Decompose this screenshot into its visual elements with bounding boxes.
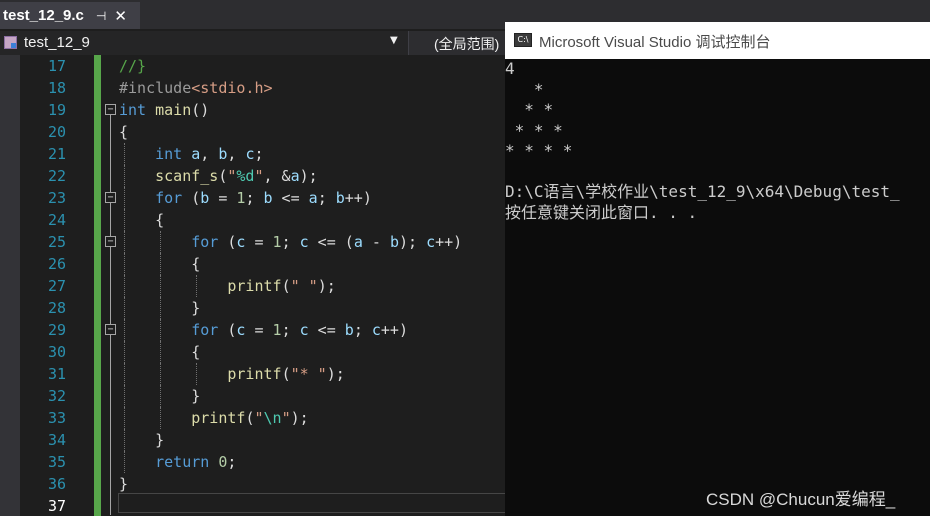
code-line[interactable]: 29 − for (c = 1; c <= b; c++) xyxy=(0,319,510,341)
line-number: 18 xyxy=(47,79,66,97)
code-line[interactable]: 26 { xyxy=(0,253,510,275)
line-number: 24 xyxy=(47,211,66,229)
code-text[interactable]: #include<stdio.h> xyxy=(119,77,273,99)
code-line[interactable]: 24 { xyxy=(0,209,510,231)
navigation-bar: test_12_9 ▼ (全局范围) xyxy=(0,31,510,55)
collapse-icon[interactable]: − xyxy=(105,192,116,203)
code-line[interactable]: 25 − for (c = 1; c <= (a - b); c++) xyxy=(0,231,510,253)
line-number: 36 xyxy=(47,475,66,493)
code-editor[interactable]: 17//} 18 #include<stdio.h> 19− int main() 20{… xyxy=(0,55,510,516)
code-text[interactable]: } xyxy=(119,429,164,451)
code-line[interactable]: 18 #include<stdio.h> xyxy=(0,77,510,99)
line-number: 28 xyxy=(47,299,66,317)
code-text[interactable]: } xyxy=(119,297,200,319)
console-app-icon: C:\ xyxy=(514,33,532,47)
code-line[interactable]: 20 { xyxy=(0,121,510,143)
code-text[interactable]: return 0; xyxy=(119,451,236,473)
debug-console-window[interactable]: C:\ Microsoft Visual Studio 调试控制台 4 * * … xyxy=(505,22,930,516)
code-line[interactable]: 17 //} xyxy=(0,55,510,77)
line-number: 20 xyxy=(47,123,66,141)
line-number: 32 xyxy=(47,387,66,405)
code-line[interactable]: 27 printf(" "); xyxy=(0,275,510,297)
console-line: D:\C语言\学校作业\test_12_9\x64\Debug\test_ xyxy=(505,182,900,201)
code-text[interactable]: printf("\n"); xyxy=(119,407,308,429)
project-dropdown[interactable]: test_12_9 ▼ xyxy=(0,31,409,55)
code-line[interactable]: 19 − int main() xyxy=(0,99,510,121)
scope-label: (全局范围) xyxy=(434,36,500,52)
line-number: 21 xyxy=(47,145,66,163)
code-text[interactable]: { xyxy=(119,341,200,363)
line-number: 34 xyxy=(47,431,66,449)
code-line[interactable]: 22 scanf_s("%d", &a); xyxy=(0,165,510,187)
line-number: 35 xyxy=(47,453,66,471)
code-line[interactable]: 32 } xyxy=(0,385,510,407)
collapse-icon[interactable]: − xyxy=(105,324,116,335)
collapse-icon[interactable]: − xyxy=(105,104,116,115)
line-number: 31 xyxy=(47,365,66,383)
collapse-icon[interactable]: − xyxy=(105,236,116,247)
code-text[interactable]: scanf_s("%d", &a); xyxy=(119,165,318,187)
pin-icon[interactable]: ⊣ xyxy=(96,9,106,23)
code-text[interactable]: for (c = 1; c <= (a - b); c++) xyxy=(119,231,462,253)
code-text[interactable]: { xyxy=(119,253,200,275)
console-title-bar[interactable]: C:\ Microsoft Visual Studio 调试控制台 xyxy=(505,22,930,59)
code-text[interactable]: //} xyxy=(119,55,146,77)
line-number: 26 xyxy=(47,255,66,273)
code-line[interactable]: 35 return 0; xyxy=(0,451,510,473)
code-text[interactable]: { xyxy=(119,121,128,143)
console-line: 按任意键关闭此窗口. . . xyxy=(505,202,698,222)
project-name: test_12_9 xyxy=(24,34,90,51)
close-icon[interactable]: ✕ xyxy=(114,7,127,25)
code-text[interactable]: } xyxy=(119,385,200,407)
code-line[interactable]: 30 { xyxy=(0,341,510,363)
line-number: 17 xyxy=(47,57,66,75)
code-line[interactable]: 21 int a, b, c; xyxy=(0,143,510,165)
line-number: 19 xyxy=(47,101,66,119)
code-line[interactable]: 33 printf("\n"); xyxy=(0,407,510,429)
code-line[interactable]: 34 } xyxy=(0,429,510,451)
code-text[interactable]: printf("* "); xyxy=(119,363,344,385)
line-number: 25 xyxy=(47,233,66,251)
code-line[interactable]: 36} xyxy=(0,473,510,495)
code-text[interactable]: } xyxy=(119,473,128,495)
line-number: 30 xyxy=(47,343,66,361)
code-text[interactable]: for (c = 1; c <= b; c++) xyxy=(119,319,408,341)
console-line: * xyxy=(505,79,544,99)
console-line: * * * xyxy=(505,120,563,140)
line-number: 23 xyxy=(47,189,66,207)
watermark-text: CSDN @Chucun爱编程_ xyxy=(706,490,896,509)
project-icon xyxy=(4,36,17,49)
scope-dropdown[interactable]: (全局范围) xyxy=(410,31,510,55)
code-line[interactable]: 23 − for (b = 1; b <= a; b++) xyxy=(0,187,510,209)
line-number: 33 xyxy=(47,409,66,427)
code-text[interactable]: int main() xyxy=(119,99,209,121)
tab-title[interactable]: test_12_9.c xyxy=(3,7,84,24)
console-output: 4 * * * * * * * * * * D:\C语言\学校作业\test_12_… xyxy=(505,59,930,223)
code-text[interactable]: printf(" "); xyxy=(119,275,335,297)
code-line[interactable]: 31 printf("* "); xyxy=(0,363,510,385)
line-number: 27 xyxy=(47,277,66,295)
chevron-down-icon[interactable]: ▼ xyxy=(390,35,398,46)
console-line: * * * * xyxy=(505,141,573,160)
console-line: 4 xyxy=(505,59,515,78)
line-number: 22 xyxy=(47,167,66,185)
console-line: * * xyxy=(505,100,554,119)
code-text[interactable]: for (b = 1; b <= a; b++) xyxy=(119,187,372,209)
line-number: 37 xyxy=(47,497,66,515)
code-text[interactable]: int a, b, c; xyxy=(119,143,263,165)
console-title: Microsoft Visual Studio 调试控制台 xyxy=(539,34,771,51)
code-text[interactable]: { xyxy=(119,209,164,231)
code-line[interactable]: 28 } xyxy=(0,297,510,319)
current-line-highlight xyxy=(118,493,510,513)
line-number: 29 xyxy=(47,321,66,339)
document-tab[interactable]: test_12_9.c ⊣ ✕ xyxy=(0,2,140,29)
